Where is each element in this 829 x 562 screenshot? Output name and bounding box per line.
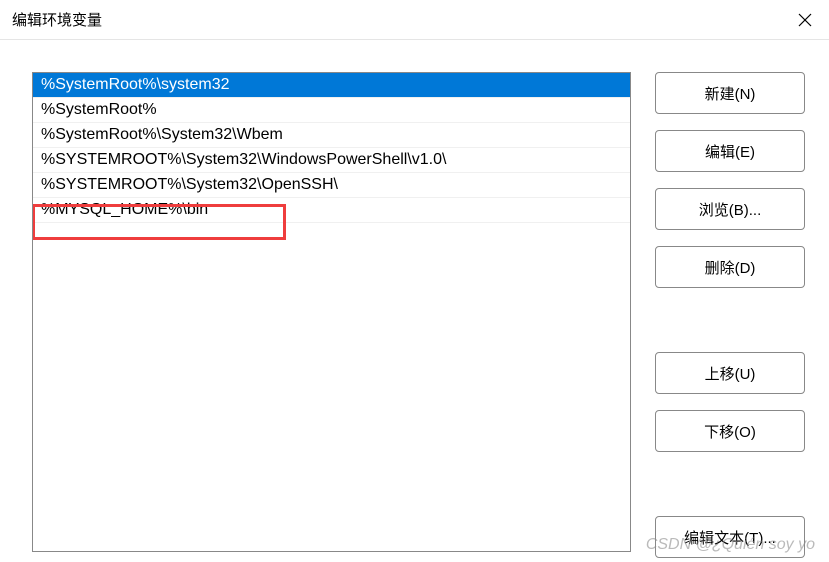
close-icon bbox=[798, 13, 812, 27]
new-button[interactable]: 新建(N) bbox=[655, 72, 805, 114]
dialog-title: 编辑环境变量 bbox=[12, 9, 102, 30]
moveup-button[interactable]: 上移(U) bbox=[655, 352, 805, 394]
browse-button[interactable]: 浏览(B)... bbox=[655, 188, 805, 230]
button-column: 新建(N) 编辑(E) 浏览(B)... 删除(D) 上移(U) 下移(O) 编… bbox=[655, 72, 805, 562]
list-item[interactable]: %SYSTEMROOT%\System32\OpenSSH\ bbox=[33, 173, 630, 198]
delete-button[interactable]: 删除(D) bbox=[655, 246, 805, 288]
list-item[interactable]: %MYSQL_HOME%\bin bbox=[33, 198, 630, 223]
list-item[interactable]: %SystemRoot%\System32\Wbem bbox=[33, 123, 630, 148]
edit-button[interactable]: 编辑(E) bbox=[655, 130, 805, 172]
dialog-content: %SystemRoot%\system32 %SystemRoot% %Syst… bbox=[0, 40, 829, 562]
close-button[interactable] bbox=[785, 0, 825, 40]
dialog-window: 编辑环境变量 %SystemRoot%\system32 %SystemRoot… bbox=[0, 0, 829, 562]
list-item[interactable]: %SystemRoot%\system32 bbox=[33, 73, 630, 98]
title-bar: 编辑环境变量 bbox=[0, 0, 829, 40]
path-listbox[interactable]: %SystemRoot%\system32 %SystemRoot% %Syst… bbox=[32, 72, 631, 552]
list-item[interactable]: %SystemRoot% bbox=[33, 98, 630, 123]
spacer bbox=[655, 304, 805, 336]
movedown-button[interactable]: 下移(O) bbox=[655, 410, 805, 452]
spacer bbox=[655, 468, 805, 500]
edittext-button[interactable]: 编辑文本(T)... bbox=[655, 516, 805, 558]
list-item[interactable]: %SYSTEMROOT%\System32\WindowsPowerShell\… bbox=[33, 148, 630, 173]
